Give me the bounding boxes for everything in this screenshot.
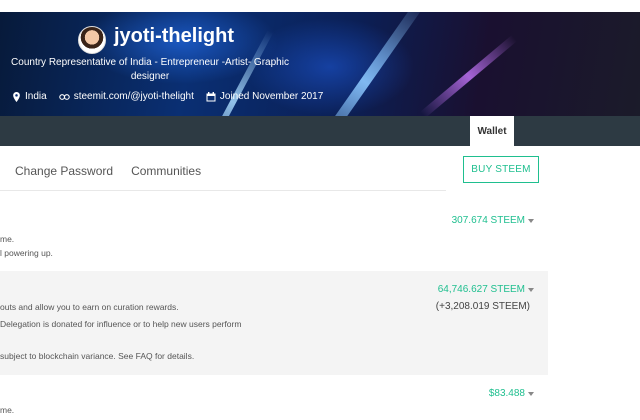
website-link[interactable]: steemit.com/@jyoti-thelight xyxy=(74,91,194,102)
steem-desc-line: me. xyxy=(0,234,15,244)
communities-link[interactable]: Communities xyxy=(131,164,201,178)
chevron-down-icon xyxy=(528,391,534,396)
calendar-icon xyxy=(206,91,216,101)
chevron-down-icon xyxy=(528,218,534,223)
profile-joined: Joined November 2017 xyxy=(206,91,323,102)
profile-location: India xyxy=(12,91,47,102)
profile-bio: Country Representative of India - Entrep… xyxy=(11,57,289,82)
steem-desc-line: l powering up. xyxy=(0,248,53,258)
location-text: India xyxy=(25,91,47,102)
wallet-row-steem-dollars: me. $83.488 xyxy=(0,380,548,420)
steem-dollars-balance: $83.488 xyxy=(488,388,525,399)
steem-power-desc-line: outs and allow you to earn on curation r… xyxy=(0,302,179,312)
delegated-steem-power: (+3,208.019 STEEM) xyxy=(435,301,530,312)
divider xyxy=(0,190,446,191)
tab-wallet[interactable]: Wallet xyxy=(470,116,514,146)
steem-power-balance-dropdown[interactable]: 64,746.627 STEEM xyxy=(438,284,534,295)
wallet-subnav: Change Password Communities xyxy=(0,158,201,184)
steem-power-balance: 64,746.627 STEEM xyxy=(437,284,525,295)
wallet-row-steem: me. l powering up. 307.674 STEEM xyxy=(0,205,548,267)
profile-website[interactable]: steemit.com/@jyoti-thelight xyxy=(58,91,194,102)
steem-dollars-balance-dropdown[interactable]: $83.488 xyxy=(489,388,534,399)
profile-meta: India steemit.com/@jyoti-thelight Joined… xyxy=(12,91,329,102)
steem-power-desc-line: subject to blockchain variance. See FAQ … xyxy=(0,351,195,361)
profile-username: jyoti-thelight xyxy=(114,25,234,47)
profile-tabs-bar xyxy=(0,116,640,146)
joined-text: Joined November 2017 xyxy=(219,91,324,102)
chevron-down-icon xyxy=(528,287,534,292)
link-icon xyxy=(58,93,70,100)
steem-dollars-desc-line: me. xyxy=(0,405,15,415)
steem-balance: 307.674 STEEM xyxy=(451,215,525,226)
steem-power-desc-line: Delegation is donated for influence or t… xyxy=(0,319,242,329)
change-password-link[interactable]: Change Password xyxy=(15,164,113,178)
wallet-row-steem-power: outs and allow you to earn on curation r… xyxy=(0,271,548,375)
buy-steem-button[interactable]: BUY STEEM xyxy=(463,156,539,183)
location-pin-icon xyxy=(13,91,20,102)
profile-header-banner: jyoti-thelight Country Representative of… xyxy=(0,12,640,116)
avatar[interactable] xyxy=(78,26,106,54)
steem-balance-dropdown[interactable]: 307.674 STEEM xyxy=(452,215,534,226)
